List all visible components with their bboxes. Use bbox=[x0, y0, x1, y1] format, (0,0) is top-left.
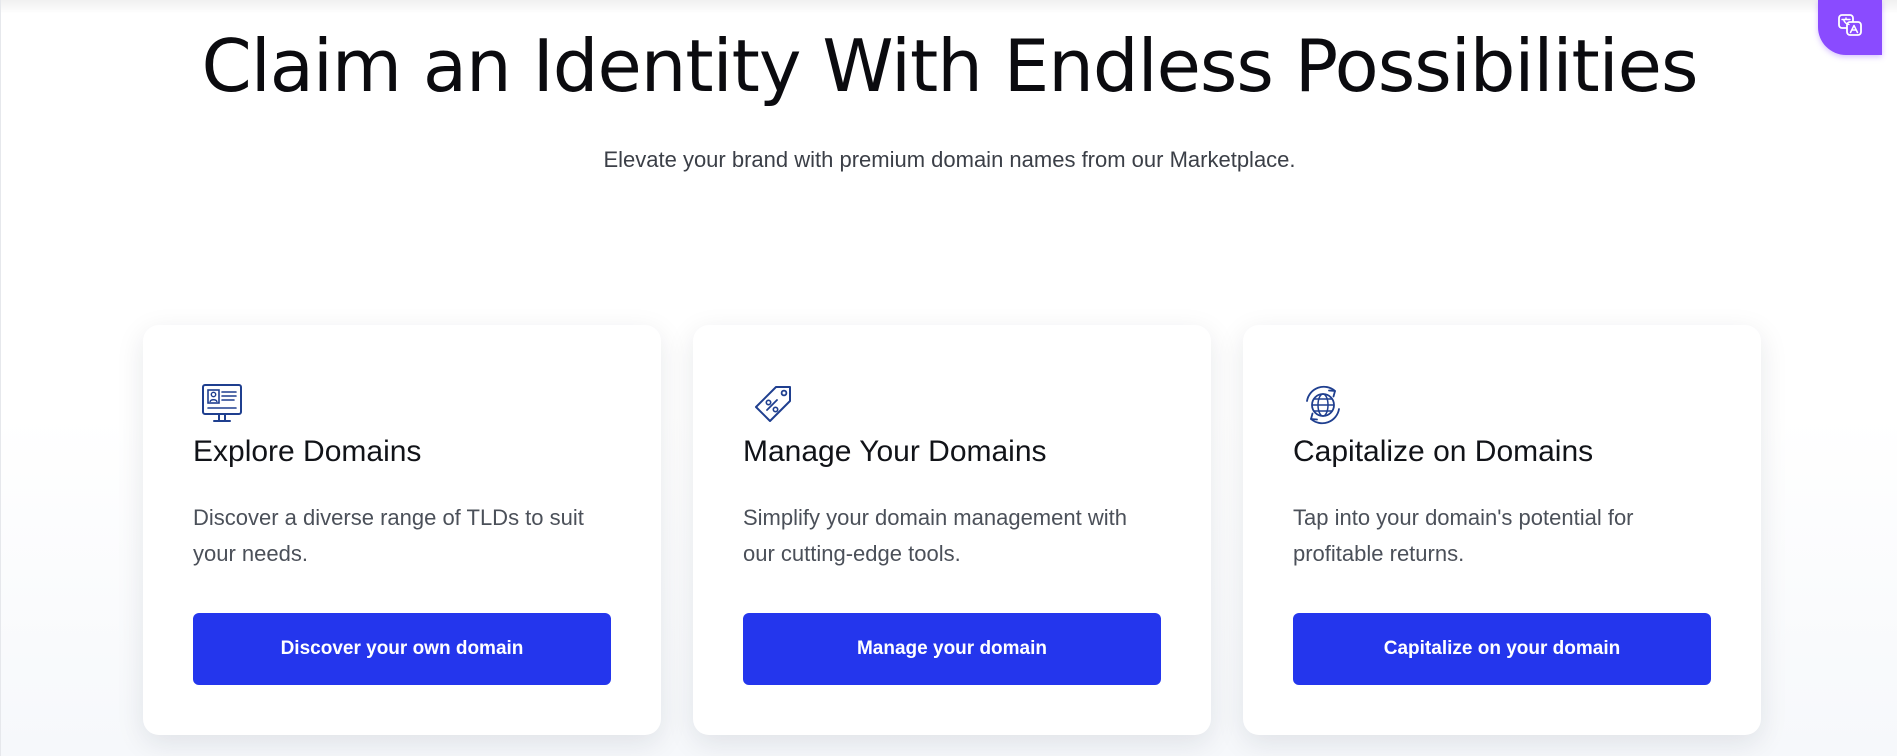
capitalize-domain-button[interactable]: Capitalize on your domain bbox=[1293, 613, 1711, 685]
card-explore-domains: Explore Domains Discover a diverse range… bbox=[143, 325, 661, 735]
discover-domain-button[interactable]: Discover your own domain bbox=[193, 613, 611, 685]
page: Claim an Identity With Endless Possibili… bbox=[0, 0, 1897, 756]
manage-domain-button[interactable]: Manage your domain bbox=[743, 613, 1161, 685]
price-tag-icon bbox=[751, 383, 795, 427]
hero-title: Claim an Identity With Endless Possibili… bbox=[201, 24, 1699, 108]
card-manage-domains: Manage Your Domains Simplify your domain… bbox=[693, 325, 1211, 735]
card-title: Explore Domains bbox=[193, 435, 422, 468]
card-capitalize-domains: Capitalize on Domains Tap into your doma… bbox=[1243, 325, 1761, 735]
translate-icon bbox=[1836, 11, 1864, 44]
card-title: Manage Your Domains bbox=[743, 435, 1047, 468]
monitor-profile-icon bbox=[201, 383, 245, 427]
card-description: Tap into your domain's potential for pro… bbox=[1293, 505, 1634, 566]
card-description: Simplify your domain management with our… bbox=[743, 505, 1127, 566]
hero-subtitle: Elevate your brand with premium domain n… bbox=[603, 147, 1296, 172]
card-title: Capitalize on Domains bbox=[1293, 435, 1594, 468]
globe-cycle-icon bbox=[1301, 383, 1345, 427]
card-description: Discover a diverse range of TLDs to suit… bbox=[193, 505, 584, 566]
top-shadow bbox=[1, 0, 1897, 14]
translate-button[interactable] bbox=[1818, 0, 1882, 55]
